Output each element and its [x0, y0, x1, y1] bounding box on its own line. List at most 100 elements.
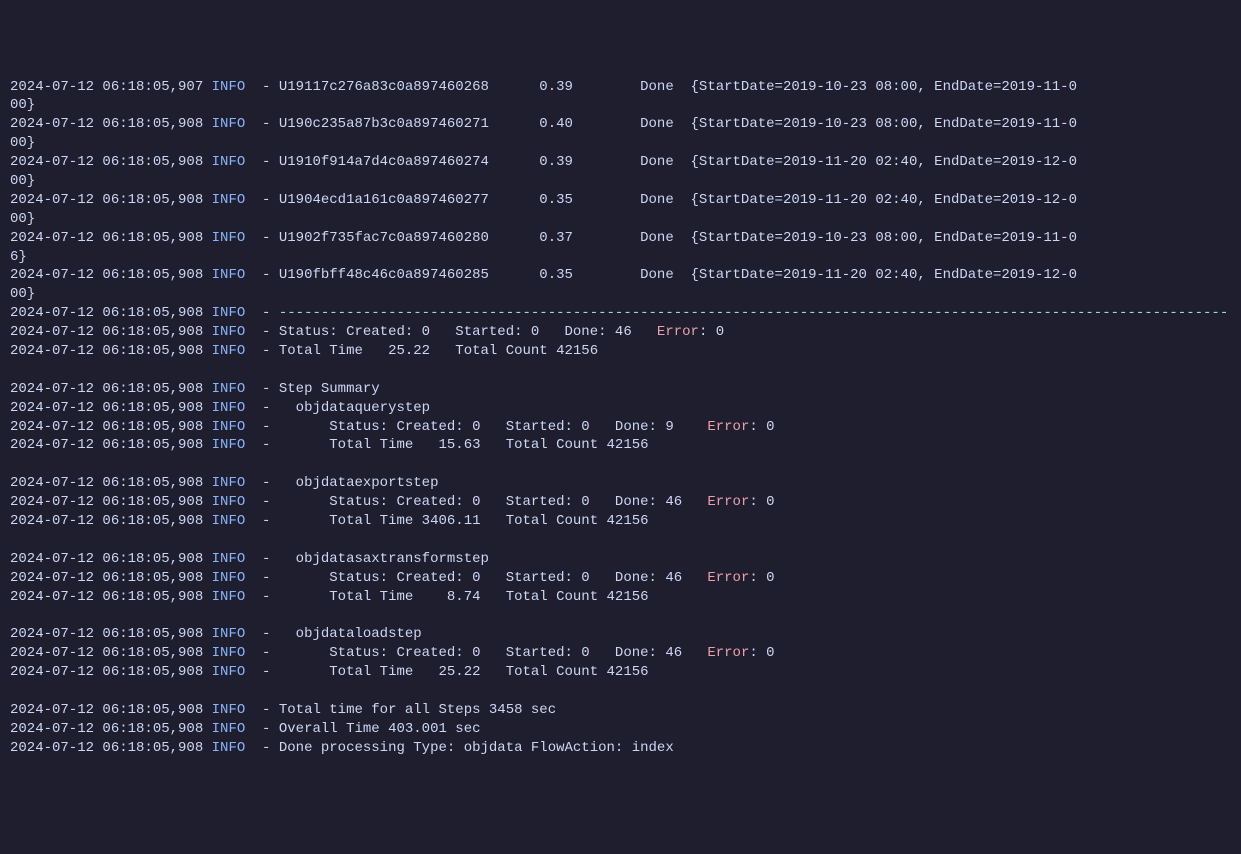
log-wrap-text: 00}: [10, 97, 35, 113]
log-timestamp: 2024-07-12 06:18:05,908: [10, 419, 212, 435]
log-timestamp: 2024-07-12 06:18:05,908: [10, 343, 212, 359]
log-line: 2024-07-12 06:18:05,908 INFO - Total Tim…: [10, 342, 1231, 361]
log-level: INFO: [212, 721, 246, 737]
log-dash: -: [245, 494, 279, 510]
log-timestamp: 2024-07-12 06:18:05,908: [10, 324, 212, 340]
log-line: 2024-07-12 06:18:05,908 INFO - Step Summ…: [10, 380, 1231, 399]
log-timestamp: 2024-07-12 06:18:05,908: [10, 154, 212, 170]
log-wrap-text: 00}: [10, 286, 35, 302]
log-timestamp: 2024-07-12 06:18:05,908: [10, 116, 212, 132]
log-error-value: : 0: [749, 494, 774, 510]
log-dash: -: [245, 740, 279, 756]
log-timestamp: 2024-07-12 06:18:05,908: [10, 721, 212, 737]
log-dash: -: [245, 400, 279, 416]
log-level: INFO: [212, 437, 246, 453]
log-line: 2024-07-12 06:18:05,908 INFO - Total Tim…: [10, 436, 1231, 455]
log-error-label: Error: [707, 570, 749, 586]
log-task-body: U1904ecd1a161c0a897460277 0.35 Done {Sta…: [279, 192, 1077, 208]
log-line: 2024-07-12 06:18:05,908 INFO - objdatalo…: [10, 625, 1231, 644]
log-status-text: Status: Created: 0 Started: 0 Done: 46: [279, 645, 707, 661]
log-wrap-text: 00}: [10, 211, 35, 227]
log-dash: -: [245, 664, 279, 680]
log-dash: -: [245, 645, 279, 661]
log-error-label: Error: [707, 645, 749, 661]
log-error-label: Error: [657, 324, 699, 340]
log-error-label: Error: [707, 494, 749, 510]
log-timestamp: 2024-07-12 06:18:05,908: [10, 381, 212, 397]
log-line: 2024-07-12 06:18:05,908 INFO - Status: C…: [10, 644, 1231, 663]
log-output: 2024-07-12 06:18:05,907 INFO - U19117c27…: [10, 78, 1231, 758]
log-line: 2024-07-12 06:18:05,908 INFO - Overall T…: [10, 720, 1231, 739]
log-timestamp: 2024-07-12 06:18:05,908: [10, 740, 212, 756]
log-line: 2024-07-12 06:18:05,908 INFO - Total Tim…: [10, 663, 1231, 682]
log-timestamp: 2024-07-12 06:18:05,908: [10, 702, 212, 718]
log-timestamp: 2024-07-12 06:18:05,908: [10, 494, 212, 510]
log-dash: -: [245, 267, 279, 283]
log-error-label: Error: [707, 419, 749, 435]
log-line: 2024-07-12 06:18:05,908 INFO - objdataqu…: [10, 399, 1231, 418]
log-status-text: Status: Created: 0 Started: 0 Done: 46: [279, 570, 707, 586]
log-timestamp: 2024-07-12 06:18:05,908: [10, 513, 212, 529]
log-timestamp: 2024-07-12 06:18:05,908: [10, 192, 212, 208]
log-line: [10, 455, 1231, 474]
log-timestamp: 2024-07-12 06:18:05,908: [10, 589, 212, 605]
log-status-text: Status: Created: 0 Started: 0 Done: 9: [279, 419, 707, 435]
log-level: INFO: [212, 381, 246, 397]
log-timestamp: 2024-07-12 06:18:05,908: [10, 626, 212, 642]
log-level: INFO: [212, 589, 246, 605]
log-timestamp: 2024-07-12 06:18:05,908: [10, 400, 212, 416]
log-line: 2024-07-12 06:18:05,907 INFO - U19117c27…: [10, 78, 1231, 97]
log-dash: -: [245, 192, 279, 208]
log-task-body: U1902f735fac7c0a897460280 0.37 Done {Sta…: [279, 230, 1077, 246]
log-message: objdataexportstep: [279, 475, 439, 491]
log-timestamp: 2024-07-12 06:18:05,908: [10, 267, 212, 283]
log-line: [10, 682, 1231, 701]
log-line: 2024-07-12 06:18:05,908 INFO - U1910f914…: [10, 153, 1231, 172]
log-task-body: U19117c276a83c0a897460268 0.39 Done {Sta…: [279, 79, 1077, 95]
log-level: INFO: [212, 400, 246, 416]
log-line: 2024-07-12 06:18:05,908 INFO - ---------…: [10, 304, 1231, 323]
log-level: INFO: [212, 475, 246, 491]
log-level: INFO: [212, 513, 246, 529]
log-level: INFO: [212, 343, 246, 359]
log-line: 2024-07-12 06:18:05,908 INFO - U190c235a…: [10, 115, 1231, 134]
log-error-value: : 0: [749, 645, 774, 661]
log-line: 2024-07-12 06:18:05,908 INFO - objdataex…: [10, 474, 1231, 493]
log-line: 2024-07-12 06:18:05,908 INFO - Status: C…: [10, 323, 1231, 342]
log-level: INFO: [212, 267, 246, 283]
log-line: 00}: [10, 134, 1231, 153]
log-level: INFO: [212, 192, 246, 208]
log-line: 2024-07-12 06:18:05,908 INFO - Total Tim…: [10, 512, 1231, 531]
log-dash: -: [245, 324, 279, 340]
log-error-value: : 0: [699, 324, 724, 340]
log-timestamp: 2024-07-12 06:18:05,908: [10, 645, 212, 661]
log-dash: -: [245, 381, 279, 397]
log-line: [10, 607, 1231, 626]
log-level: INFO: [212, 305, 246, 321]
log-wrap-text: 00}: [10, 135, 35, 151]
log-level: INFO: [212, 702, 246, 718]
log-line: 00}: [10, 96, 1231, 115]
log-line: 6}: [10, 248, 1231, 267]
log-line: 2024-07-12 06:18:05,908 INFO - Status: C…: [10, 493, 1231, 512]
log-message: Total Time 8.74 Total Count 42156: [279, 589, 649, 605]
log-line: 00}: [10, 210, 1231, 229]
log-level: INFO: [212, 626, 246, 642]
log-dash: -: [245, 513, 279, 529]
log-message: objdatasaxtransformstep: [279, 551, 489, 567]
log-status-text: Status: Created: 0 Started: 0 Done: 46: [279, 324, 657, 340]
log-level: INFO: [212, 116, 246, 132]
log-task-body: U1910f914a7d4c0a897460274 0.39 Done {Sta…: [279, 154, 1077, 170]
log-level: INFO: [212, 154, 246, 170]
log-line: [10, 361, 1231, 380]
log-message: Total Time 3406.11 Total Count 42156: [279, 513, 649, 529]
log-dash: -: [245, 419, 279, 435]
log-task-body: U190fbff48c46c0a897460285 0.35 Done {Sta…: [279, 267, 1077, 283]
log-level: INFO: [212, 570, 246, 586]
log-message: objdataloadstep: [279, 626, 422, 642]
log-line: 2024-07-12 06:18:05,908 INFO - U190fbff4…: [10, 266, 1231, 285]
log-dash: -: [245, 230, 279, 246]
log-line: 2024-07-12 06:18:05,908 INFO - Status: C…: [10, 569, 1231, 588]
log-line: 00}: [10, 172, 1231, 191]
log-dash: -: [245, 116, 279, 132]
